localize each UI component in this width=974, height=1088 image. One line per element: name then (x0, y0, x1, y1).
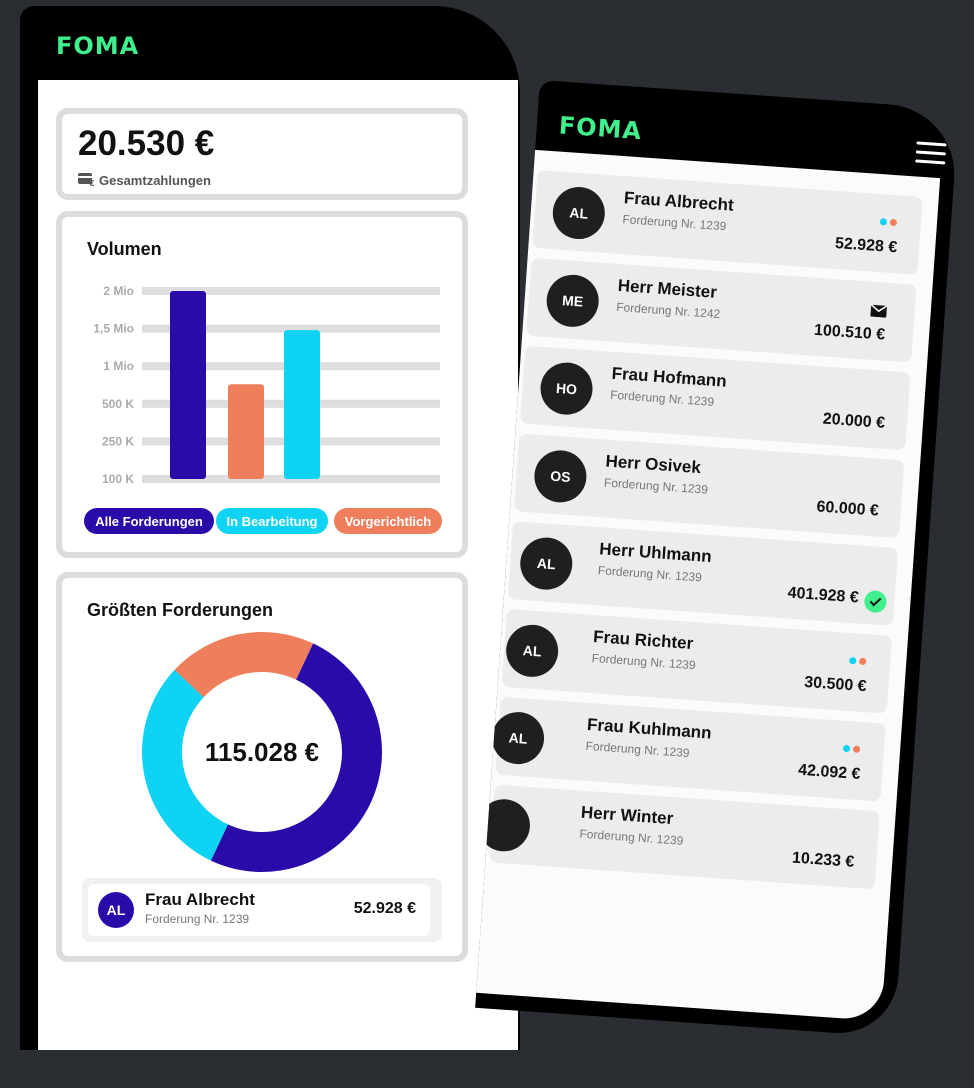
claims-list-phone: FOMA AL Frau Albrecht Forderung Nr. 1239 52… (472, 80, 974, 1088)
claim-ref: Forderung Nr. 1239 (622, 212, 727, 234)
avatar: OS (532, 448, 589, 505)
top-claim-ref: Forderung Nr. 1239 (145, 912, 250, 926)
claim-ref: Forderung Nr. 1239 (597, 563, 703, 585)
claim-amount: 20.000 € (822, 410, 886, 432)
total-label: € Gesamtzahlungen (78, 172, 211, 189)
bar-in-bearbeitung[interactable] (228, 384, 264, 479)
check-icon (863, 589, 888, 614)
claim-amount: 100.510 € (813, 321, 886, 344)
claim-name: Herr Meister (617, 275, 718, 302)
claim-ref: Forderung Nr. 1239 (609, 387, 715, 409)
claim-list-item[interactable]: AL Herr Uhlmann Forderung Nr. 1239 401.928 … (507, 521, 899, 626)
claim-amount: 401.928 € (787, 584, 860, 607)
claim-ref: Forderung Nr. 1239 (579, 826, 684, 848)
donut-center-value: 115.028 € (204, 736, 320, 767)
claim-amount: 52.928 € (834, 234, 898, 257)
claims-list: AL Frau Albrecht Forderung Nr. 1239 52.928 … (476, 149, 941, 1022)
claim-amount: 60.000 € (816, 498, 880, 520)
claim-name: Herr Winter (580, 802, 674, 829)
claim-amount: 30.500 € (803, 673, 868, 696)
claim-name: Frau Hofmann (611, 363, 728, 391)
status-dots-icon (849, 656, 867, 666)
claim-name: Herr Uhlmann (598, 539, 713, 567)
largest-claims-title: Größten Forderungen (87, 600, 273, 620)
claim-ref: Forderung Nr. 1239 (591, 651, 697, 673)
claim-name: Frau Albrecht (623, 188, 735, 215)
top-claim-row[interactable]: AL Frau Albrecht Forderung Nr. 1239 52.9… (82, 878, 442, 942)
bar-vorgerichtlich[interactable] (284, 330, 320, 479)
claim-list-item[interactable]: AL Frau Albrecht Forderung Nr. 1239 52.928 … (532, 170, 923, 275)
brand-logo: FOMA (557, 111, 643, 146)
claim-amount: 10.233 € (791, 849, 855, 871)
avatar: ME (544, 273, 601, 329)
claim-list-item[interactable]: HO Frau Hofmann Forderung Nr. 1239 20.000 € (519, 345, 911, 451)
status-dots-icon (879, 218, 898, 227)
total-amount: 20.530 € (78, 124, 215, 163)
avatar: AL (518, 535, 575, 592)
mail-icon (870, 304, 888, 323)
y-tick-label: 2 Mio (103, 284, 134, 298)
claim-name: Herr Osivek (604, 451, 702, 478)
top-claim-inner: AL Frau Albrecht Forderung Nr. 1239 52.9… (88, 884, 430, 936)
avatar: AL (98, 892, 134, 928)
claim-ref: Forderung Nr. 1239 (585, 738, 690, 761)
y-tick-label: 250 K (102, 434, 134, 448)
y-tick-label: 1 Mio (103, 359, 134, 373)
claim-name: Frau Richter (592, 627, 694, 654)
largest-claims-card: Größten Forderungen 115.028 € AL Frau Al… (56, 572, 468, 962)
total-payments-card[interactable]: 20.530 € € Gesamtzahlungen (56, 108, 468, 200)
legend-in-bearbeitung[interactable]: In Bearbeitung (216, 508, 328, 534)
brand-logo: FOMA (56, 32, 140, 60)
volume-card: Volumen 100 K 250 K 500 K1 Mio 1,5 Mio 2 Mio… (56, 211, 468, 558)
avatar: AL (551, 185, 607, 241)
legend-alle-forderungen[interactable]: Alle Forderungen (84, 508, 214, 534)
status-dots-icon (842, 744, 861, 753)
bar-alle-forderungen[interactable] (170, 291, 206, 479)
claim-list-item[interactable]: AL Frau Richter Forderung Nr. 1239 30.500 € (501, 608, 893, 714)
claim-ref: Forderung Nr. 1239 (603, 475, 709, 497)
total-label-text: Gesamtzahlungen (99, 173, 211, 188)
claim-amount: 42.092 € (797, 761, 861, 784)
claim-list-item[interactable]: AL Frau Kuhlmann Forderung Nr. 1239 42.092 … (490, 696, 886, 802)
hamburger-menu-icon[interactable] (915, 141, 947, 165)
avatar: AL (490, 710, 546, 766)
dashboard-phone: FOMA 20.530 € € Gesamtzahlungen Volumen … (20, 6, 530, 1050)
y-tick-label: 500 K (102, 397, 134, 411)
y-tick-label: 100 K (102, 472, 134, 486)
top-claim-name: Frau Albrecht (145, 890, 255, 909)
claim-list-item[interactable]: ME Herr Meister Forderung Nr. 1242 100.510 … (526, 257, 917, 363)
top-claim-amount: 52.928 € (353, 900, 416, 917)
claim-list-item[interactable]: OS Herr Osivek Forderung Nr. 1239 60.000 € (513, 433, 905, 539)
avatar: AL (504, 623, 560, 679)
y-tick-label: 1,5 Mio (93, 322, 134, 336)
legend-vorgerichtlich[interactable]: Vorgerichtlich (334, 508, 442, 534)
payment-card-icon: € (78, 172, 95, 189)
claim-ref: Forderung Nr. 1242 (615, 299, 721, 322)
svg-text:€: € (88, 179, 94, 186)
claim-list-item[interactable]: Herr Winter Forderung Nr. 1239 10.233 € (476, 784, 880, 890)
volume-bar-chart: 100 K 250 K 500 K 1 Mio 1,5 Mio 2 Mio (93, 284, 440, 486)
avatar: HO (538, 360, 595, 417)
